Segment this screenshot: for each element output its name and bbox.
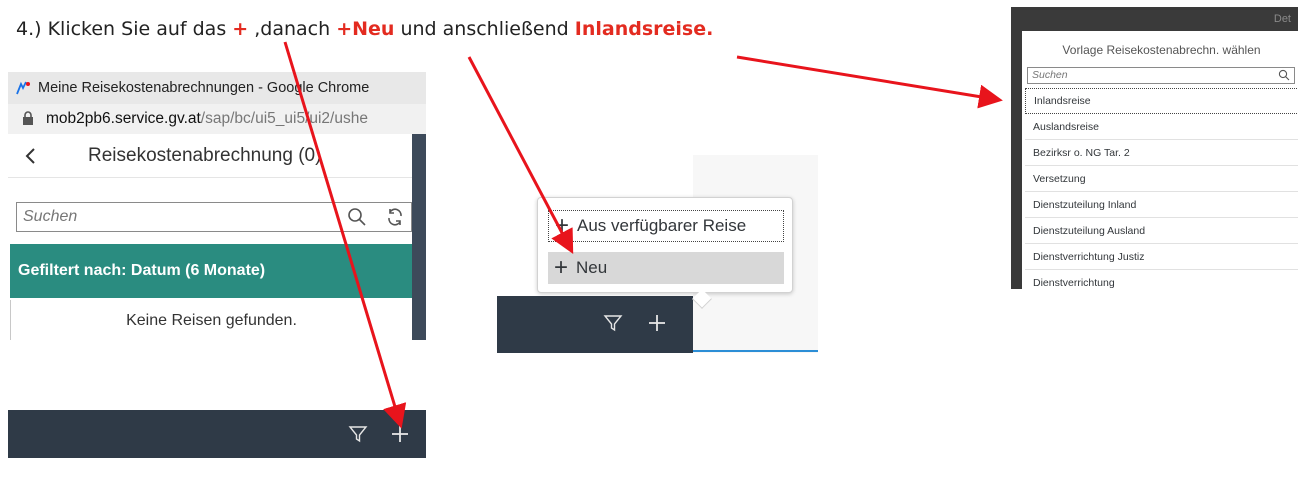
arrow-to-inland [736,55,1003,109]
arrow-to-neu [467,56,574,254]
arrow-to-plus [283,41,407,429]
annotation-arrows [283,41,1003,429]
